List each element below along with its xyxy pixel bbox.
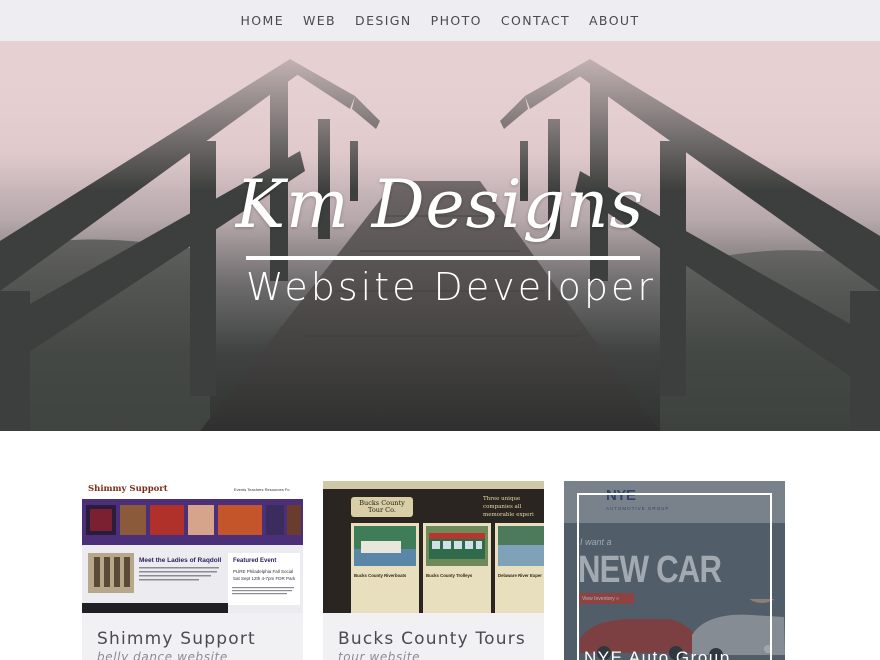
- top-navigation: HOME WEB DESIGN PHOTO CONTACT ABOUT: [0, 0, 880, 41]
- card-subtitle: belly dance website: [97, 650, 228, 660]
- thumb-event-title: Featured Event: [233, 558, 277, 564]
- nav-contact[interactable]: CONTACT: [501, 13, 570, 28]
- thumb-river-photo: [498, 526, 544, 566]
- hero-subtitle: Website Developer: [246, 265, 656, 309]
- card-title: Bucks County Tours: [338, 629, 526, 649]
- portfolio-card-shimmy-support[interactable]: Shimmy Support Events Teachers Resources…: [82, 481, 303, 660]
- card-thumbnail: Shimmy Support Events Teachers Resources…: [82, 481, 303, 613]
- nav-design[interactable]: DESIGN: [355, 13, 412, 28]
- thumb-topbar: [323, 481, 544, 489]
- thumb-panel-caption: Bucks County Trolleys: [426, 573, 473, 578]
- thumb-tagline: Three unique companies all memorable exp…: [483, 496, 534, 518]
- thumb-logo: Bucks County Tour Co.: [351, 497, 413, 517]
- card-title: Shimmy Support: [97, 629, 256, 649]
- hero-title: Km Designs: [235, 166, 645, 243]
- thumb-menu: Events Teachers Resources Fo: [234, 487, 290, 492]
- thumb-photo-strip: [86, 505, 301, 535]
- nav-web[interactable]: WEB: [303, 13, 336, 28]
- thumb-trolley-photo: [426, 526, 488, 566]
- thumb-panel-caption: Delaware River Exper: [498, 573, 542, 578]
- portfolio-card-bucks-county-tours[interactable]: Bucks County Tour Co. Three unique compa…: [323, 481, 544, 660]
- thumb-panel-trolleys: Bucks County Trolleys: [423, 523, 491, 613]
- thumb-riverboat-photo: [354, 526, 416, 566]
- hero-divider: [246, 256, 640, 260]
- card-hover-frame: [577, 493, 772, 660]
- portfolio-card-nye-auto-group[interactable]: NYE AUTOMOTIVE GROUP I want a NEW CAR Vi…: [564, 481, 785, 660]
- thumb-panel-caption: Bucks County Riverboats: [354, 573, 407, 578]
- nav-photo[interactable]: PHOTO: [431, 13, 482, 28]
- thumb-panel-riverboats: Bucks County Riverboats: [351, 523, 419, 613]
- thumb-photo-band: [82, 499, 303, 545]
- card-subtitle: tour website: [338, 650, 421, 660]
- thumb-logo: Shimmy Support: [88, 484, 168, 494]
- nav-about[interactable]: ABOUT: [589, 13, 640, 28]
- card-title: NYE Auto Group: [584, 648, 731, 660]
- hero-banner: Km Designs Website Developer: [0, 41, 880, 431]
- nav-home[interactable]: HOME: [240, 13, 284, 28]
- thumb-panel-delaware: Delaware River Exper: [495, 523, 544, 613]
- card-thumbnail: Bucks County Tour Co. Three unique compa…: [323, 481, 544, 613]
- thumb-event-text: PURE Philadelphia Fall Social Sat Sept 1…: [233, 569, 296, 581]
- thumb-heading: Meet the Ladies of Raqdoll: [139, 557, 222, 564]
